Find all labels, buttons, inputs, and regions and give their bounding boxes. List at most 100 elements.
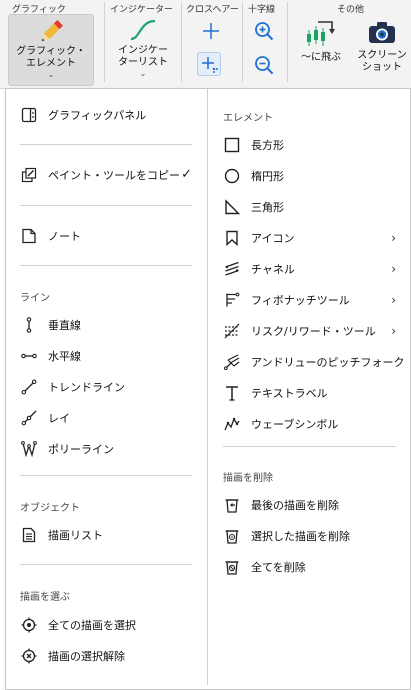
screenshot-label: スクリーン ショット: [357, 50, 407, 73]
vertical-line-icon: [20, 316, 38, 334]
menu-item-graphic-panel[interactable]: グラフィックパネル: [20, 102, 200, 128]
menu-divider: [20, 265, 192, 266]
document-list-icon: [20, 526, 38, 544]
group-title-cross-line: 十字線: [248, 5, 276, 15]
crosshair-dotted-button[interactable]: [197, 52, 221, 76]
menu-item-label: 全ての描画を選択: [48, 619, 136, 632]
menu-item-label: ポリーライン: [48, 443, 114, 456]
zoom-in-icon: [255, 22, 274, 41]
menu-item-label: ノート: [48, 230, 81, 243]
indicator-list-button[interactable]: インジケー ターリスト ⌄: [110, 14, 176, 84]
section-header-lines: ライン: [20, 293, 50, 304]
menu-item-label: グラフィックパネル: [48, 109, 147, 122]
risk-reward-icon: [223, 322, 241, 340]
zoom-in-button[interactable]: [253, 20, 275, 42]
chevron-right-icon: ›: [391, 262, 396, 276]
target-select-icon: [20, 616, 38, 634]
polyline-icon: [20, 440, 38, 458]
section-header-select-drawings: 描画を選ぶ: [20, 592, 70, 603]
fibonacci-icon: [223, 291, 241, 309]
crosshair-button[interactable]: [200, 20, 222, 42]
zoom-out-icon: [255, 56, 274, 75]
toolbar-ribbon: グラフィック インジケーター クロスヘアー 十字線 その他 グラフィック・ エレ…: [0, 0, 411, 89]
menu-item-label: テキストラベル: [251, 387, 328, 400]
crosshair-icon: [203, 23, 219, 39]
text-icon: [223, 384, 241, 402]
indicator-curve-icon: [110, 17, 176, 45]
horizontal-line-icon: [20, 347, 38, 365]
menu-item-label: 垂直線: [48, 319, 81, 332]
menu-item-horizontal-line[interactable]: 水平線: [20, 343, 192, 369]
menu-item-label: ペイント・ツールをコピー: [48, 169, 180, 182]
triangle-icon: [223, 198, 241, 216]
chevron-right-icon: ›: [391, 231, 396, 245]
menu-item-polyline[interactable]: ポリーライン: [20, 436, 192, 462]
target-deselect-icon: [20, 647, 38, 665]
delete-all-icon: [223, 558, 241, 576]
delete-selected-icon: [223, 527, 241, 545]
camera-icon: [354, 20, 410, 50]
menu-item-copy-paint-tool[interactable]: ペイント・ツールをコピー ✓: [20, 162, 192, 188]
menu-item-note[interactable]: ノート: [20, 223, 192, 249]
menu-item-label: リスク/リワード・ツール: [251, 325, 376, 338]
menu-item-ray[interactable]: レイ: [20, 405, 192, 431]
menu-item-label: 水平線: [48, 350, 81, 363]
graphic-elements-label: グラフィック・ エレメント: [16, 46, 86, 69]
menu-item-delete-selected[interactable]: 選択した描画を削除: [223, 523, 396, 549]
graphic-elements-menu: グラフィックパネル ペイント・ツールをコピー ✓ ノート ライン 垂直線 水平線…: [5, 88, 411, 690]
menu-item-fibonacci-tool[interactable]: フィボナッチツール ›: [223, 287, 396, 313]
section-header-objects: オブジェクト: [20, 503, 80, 514]
menu-item-drawing-list[interactable]: 描画リスト: [20, 522, 192, 548]
note-icon: [20, 227, 38, 245]
menu-item-channel[interactable]: チャネル ›: [223, 256, 396, 282]
menu-divider: [20, 205, 192, 206]
menu-item-trend-line[interactable]: トレンドライン: [20, 374, 192, 400]
menu-item-delete-all[interactable]: 全てを削除: [223, 554, 396, 580]
menu-item-text-label[interactable]: テキストラベル: [223, 380, 396, 406]
menu-item-andrews-pitchfork[interactable]: アンドリューのピッチフォーク: [223, 349, 405, 375]
menu-divider: [20, 564, 192, 565]
section-header-delete-drawings: 描画を削除: [223, 473, 273, 484]
menu-item-label: 三角形: [251, 201, 284, 214]
menu-item-icon[interactable]: アイコン ›: [223, 225, 396, 251]
group-title-crosshair: クロスヘアー: [186, 5, 239, 15]
column-separator: [207, 89, 208, 685]
chevron-right-icon: ›: [391, 293, 396, 307]
menu-item-deselect-drawings[interactable]: 描画の選択解除: [20, 643, 192, 669]
menu-divider: [223, 446, 396, 447]
ribbon-separator: [104, 2, 105, 82]
menu-item-rectangle[interactable]: 長方形: [223, 132, 396, 158]
menu-item-wave-symbol[interactable]: ウェーブシンボル: [223, 411, 396, 437]
menu-item-label: 楕円形: [251, 170, 284, 183]
menu-divider: [20, 144, 192, 145]
menu-item-ellipse[interactable]: 楕円形: [223, 163, 396, 189]
graphic-elements-button[interactable]: グラフィック・ エレメント ⌄: [8, 14, 94, 86]
section-header-elements: エレメント: [223, 113, 273, 124]
menu-item-label: フィボナッチツール: [251, 294, 350, 307]
zoom-out-button[interactable]: [253, 54, 275, 76]
menu-item-delete-last[interactable]: 最後の描画を削除: [223, 492, 396, 518]
menu-item-label: 最後の描画を削除: [251, 499, 339, 512]
crosshair-dotted-icon: [202, 57, 218, 73]
screenshot-button[interactable]: スクリーン ショット: [354, 16, 410, 82]
panel-icon: [20, 106, 38, 124]
menu-item-label: トレンドライン: [48, 381, 125, 394]
menu-item-vertical-line[interactable]: 垂直線: [20, 312, 192, 338]
ribbon-separator: [287, 2, 288, 82]
chevron-down-icon: ⌄: [47, 70, 55, 79]
menu-item-label: 描画の選択解除: [48, 650, 125, 663]
pitchfork-icon: [223, 353, 241, 371]
delete-last-icon: [223, 496, 241, 514]
menu-item-select-all-drawings[interactable]: 全ての描画を選択: [20, 612, 192, 638]
menu-item-label: 描画リスト: [48, 529, 103, 542]
jump-candles-icon: [294, 16, 348, 52]
jump-to-label: 〜に飛ぶ: [301, 52, 341, 63]
pencil-icon: [9, 18, 93, 46]
menu-item-triangle[interactable]: 三角形: [223, 194, 396, 220]
chevron-down-icon: ⌄: [139, 69, 147, 78]
menu-item-risk-reward-tool[interactable]: リスク/リワード・ツール ›: [223, 318, 396, 344]
group-title-other: その他: [337, 5, 365, 15]
jump-to-button[interactable]: 〜に飛ぶ: [294, 16, 348, 80]
menu-item-label: チャネル: [251, 263, 295, 276]
bookmark-icon: [223, 229, 241, 247]
